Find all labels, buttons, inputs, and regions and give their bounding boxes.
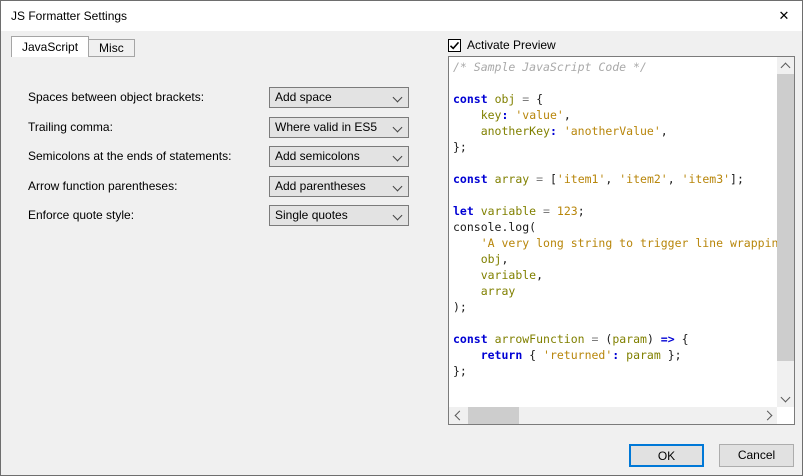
code-line: array (453, 283, 777, 299)
chevron-down-icon (393, 93, 403, 103)
horizontal-scrollbar[interactable] (449, 407, 777, 424)
dropdown-selected-value: Add semicolons (275, 147, 388, 166)
setting-row: Spaces between object brackets: Add space (1, 87, 441, 108)
dialog-title: JS Formatter Settings (11, 9, 127, 23)
setting-dropdown[interactable]: Add semicolons (269, 146, 409, 167)
activate-preview-checkbox[interactable]: Activate Preview (448, 38, 556, 52)
horizontal-scroll-thumb[interactable] (468, 407, 519, 424)
setting-dropdown[interactable]: Add parentheses (269, 176, 409, 197)
setting-dropdown[interactable]: Single quotes (269, 205, 409, 226)
setting-label: Enforce quote style: (28, 205, 134, 226)
code-preview-pane: /* Sample JavaScript Code */ const obj =… (448, 56, 795, 425)
scroll-right-icon[interactable] (760, 407, 777, 424)
code-line: const array = ['item1', 'item2', 'item3'… (453, 171, 777, 187)
code-line: console.log( (453, 219, 777, 235)
code-line: }; (453, 139, 777, 155)
scroll-down-icon[interactable] (777, 390, 794, 407)
setting-label: Arrow function parentheses: (28, 176, 177, 197)
chevron-down-icon (393, 211, 403, 221)
code-line: /* Sample JavaScript Code */ (453, 59, 777, 75)
js-formatter-settings-dialog: JS Formatter Settings ✕ JavaScriptMisc S… (0, 0, 803, 476)
cancel-button[interactable]: Cancel (719, 444, 794, 467)
setting-row: Arrow function parentheses: Add parenthes… (1, 176, 441, 197)
code-line (453, 75, 777, 91)
code-line: ); (453, 299, 777, 315)
setting-row: Semicolons at the ends of statements: Add… (1, 146, 441, 167)
vertical-scroll-thumb[interactable] (777, 74, 794, 361)
code-line: 'A very long string to trigger line wrap… (453, 235, 777, 251)
setting-row: Trailing comma: Where valid in ES5 (1, 117, 441, 138)
tab-javascript[interactable]: JavaScript (11, 36, 89, 57)
chevron-down-icon (393, 182, 403, 192)
chevron-down-icon (393, 123, 403, 133)
code-line: const arrowFunction = (param) => { (453, 331, 777, 347)
dropdown-selected-value: Where valid in ES5 (275, 118, 388, 137)
setting-dropdown[interactable]: Where valid in ES5 (269, 117, 409, 138)
scroll-left-icon[interactable] (449, 407, 466, 424)
tab-misc[interactable]: Misc (88, 39, 135, 57)
code-line: let variable = 123; (453, 203, 777, 219)
dropdown-selected-value: Single quotes (275, 206, 388, 225)
setting-label: Semicolons at the ends of statements: (28, 146, 231, 167)
checkbox-check-icon (448, 39, 461, 52)
setting-dropdown[interactable]: Add space (269, 87, 409, 108)
dropdown-selected-value: Add parentheses (275, 177, 388, 196)
setting-label: Spaces between object brackets: (28, 87, 204, 108)
activate-preview-label: Activate Preview (467, 38, 556, 52)
code-line: const obj = { (453, 91, 777, 107)
vertical-scrollbar[interactable] (777, 57, 794, 407)
code-line: }; (453, 363, 777, 379)
setting-label: Trailing comma: (28, 117, 113, 138)
code-line (453, 155, 777, 171)
scroll-up-icon[interactable] (777, 57, 794, 74)
code-line: obj, (453, 251, 777, 267)
code-line (453, 315, 777, 331)
tab-strip: JavaScriptMisc (11, 36, 135, 57)
close-icon[interactable]: ✕ (774, 6, 794, 26)
title-bar: JS Formatter Settings ✕ (1, 1, 802, 31)
setting-row: Enforce quote style: Single quotes (1, 205, 441, 226)
check-mark-icon (449, 40, 460, 51)
code-line: variable, (453, 267, 777, 283)
dropdown-selected-value: Add space (275, 88, 388, 107)
chevron-down-icon (393, 152, 403, 162)
code-line: key: 'value', (453, 107, 777, 123)
ok-button[interactable]: OK (629, 444, 704, 467)
code-line (453, 187, 777, 203)
code-content: /* Sample JavaScript Code */ const obj =… (449, 57, 777, 407)
code-line: return { 'returned': param }; (453, 347, 777, 363)
code-line: anotherKey: 'anotherValue', (453, 123, 777, 139)
